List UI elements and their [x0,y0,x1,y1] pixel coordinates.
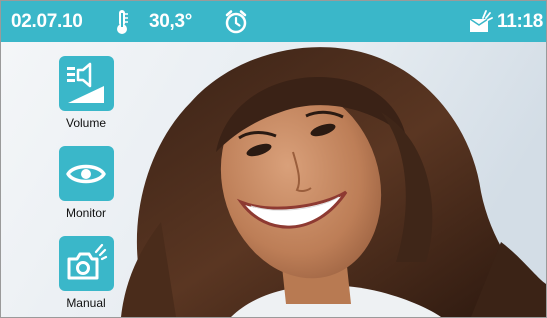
manual-button[interactable]: Manual [53,236,119,310]
screen-frame: 02.07.10 30,3° 11:18 Volume Monitor Manu… [0,0,547,318]
monitor-tile[interactable] [58,146,114,201]
volume-icon [67,62,104,103]
volume-button[interactable]: Volume [53,56,119,130]
manual-label: Manual [66,296,106,310]
volume-tile[interactable] [58,56,114,111]
volume-label: Volume [65,116,107,130]
time-label: 11:18 [497,10,544,32]
alarm-clock-icon [223,1,249,42]
status-bar: 02.07.10 30,3° 11:18 [1,1,546,42]
date-label: 02.07.10 [11,10,83,32]
intercom-screen: 02.07.10 30,3° 11:18 Volume Monitor Manu… [0,0,547,318]
eye-icon [66,164,106,183]
temperature-label: 30,3° [149,10,193,32]
message-icon [467,1,493,42]
camera-icon [67,243,108,279]
thermometer-icon [115,1,129,42]
monitor-label: Monitor [65,206,106,220]
manual-tile[interactable] [58,236,114,291]
monitor-button[interactable]: Monitor [53,146,119,220]
